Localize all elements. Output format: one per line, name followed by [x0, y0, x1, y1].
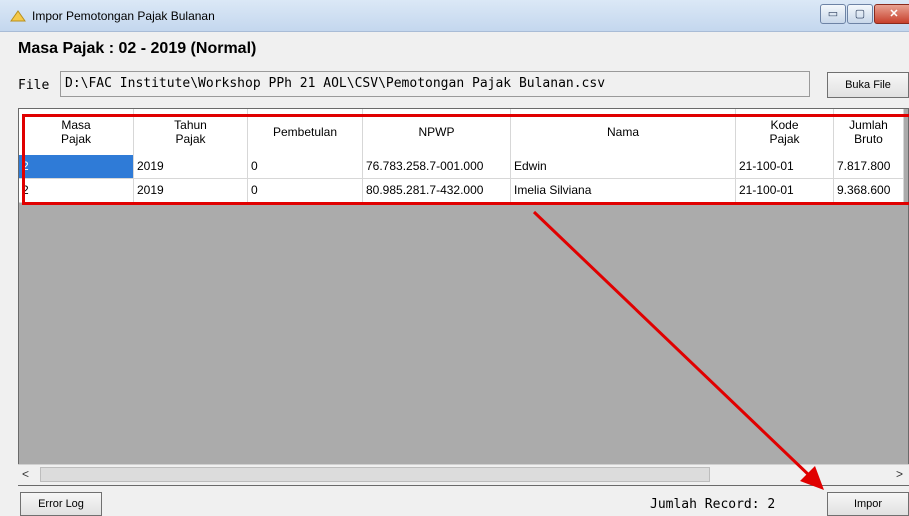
column-header[interactable]: Masa Pajak: [19, 109, 134, 155]
table-cell[interactable]: 21-100-01: [736, 179, 834, 203]
scroll-left-icon[interactable]: <: [22, 467, 29, 481]
buka-file-button[interactable]: Buka File: [827, 72, 909, 98]
grid-header: Masa Pajak Tahun Pajak Pembetulan NPWP Nama K…: [19, 109, 904, 155]
table-cell[interactable]: 80.985.281.7-432.000: [363, 179, 511, 203]
file-label: File :: [18, 78, 65, 93]
jumlah-record-label: Jumlah Record: 2: [650, 497, 776, 512]
horizontal-scrollbar[interactable]: < >: [18, 464, 909, 485]
column-header[interactable]: Nama: [511, 109, 736, 155]
app-icon: [10, 10, 26, 22]
window-title: Impor Pemotongan Pajak Bulanan: [32, 9, 215, 23]
minimize-button[interactable]: ▭: [820, 4, 846, 24]
table-cell[interactable]: 2019: [134, 179, 248, 203]
table-cell[interactable]: 0: [248, 155, 363, 179]
maximize-icon: ▢: [854, 8, 866, 20]
column-header[interactable]: Jumlah Bruto: [834, 109, 904, 155]
close-icon: ✕: [889, 8, 899, 20]
close-button[interactable]: ✕: [874, 4, 909, 24]
column-header[interactable]: Pembetulan: [248, 109, 363, 155]
table-row[interactable]: 2 2019 0 76.783.258.7-001.000 Edwin 21-100-01…: [19, 155, 904, 179]
table-cell[interactable]: 0: [248, 179, 363, 203]
column-header[interactable]: Kode Pajak: [736, 109, 834, 155]
impor-button[interactable]: Impor: [827, 492, 909, 516]
title-bar: Impor Pemotongan Pajak Bulanan ▭ ▢ ✕: [0, 0, 909, 32]
column-header[interactable]: Tahun Pajak: [134, 109, 248, 155]
minimize-icon: ▭: [827, 8, 839, 20]
table-row[interactable]: 2 2019 0 80.985.281.7-432.000 Imelia Silvian…: [19, 179, 904, 203]
table-cell[interactable]: Imelia Silviana: [511, 179, 736, 203]
table-cell[interactable]: 2: [19, 179, 134, 203]
scroll-thumb[interactable]: [40, 467, 710, 482]
file-path-field[interactable]: D:\FAC Institute\Workshop PPh 21 AOL\CSV…: [60, 71, 810, 97]
table-cell[interactable]: 9.368.600: [834, 179, 904, 203]
table-cell[interactable]: 7.817.800: [834, 155, 904, 179]
data-grid[interactable]: Masa Pajak Tahun Pajak Pembetulan NPWP Nama K…: [18, 108, 909, 486]
column-header[interactable]: NPWP: [363, 109, 511, 155]
table-cell[interactable]: 2: [19, 155, 134, 179]
scroll-right-icon[interactable]: >: [896, 467, 903, 481]
masa-pajak-heading: Masa Pajak : 02 - 2019 (Normal): [18, 40, 257, 57]
table-cell[interactable]: 21-100-01: [736, 155, 834, 179]
maximize-button[interactable]: ▢: [847, 4, 873, 24]
table-cell[interactable]: 76.783.258.7-001.000: [363, 155, 511, 179]
table-cell[interactable]: Edwin: [511, 155, 736, 179]
table-cell[interactable]: 2019: [134, 155, 248, 179]
error-log-button[interactable]: Error Log: [20, 492, 102, 516]
